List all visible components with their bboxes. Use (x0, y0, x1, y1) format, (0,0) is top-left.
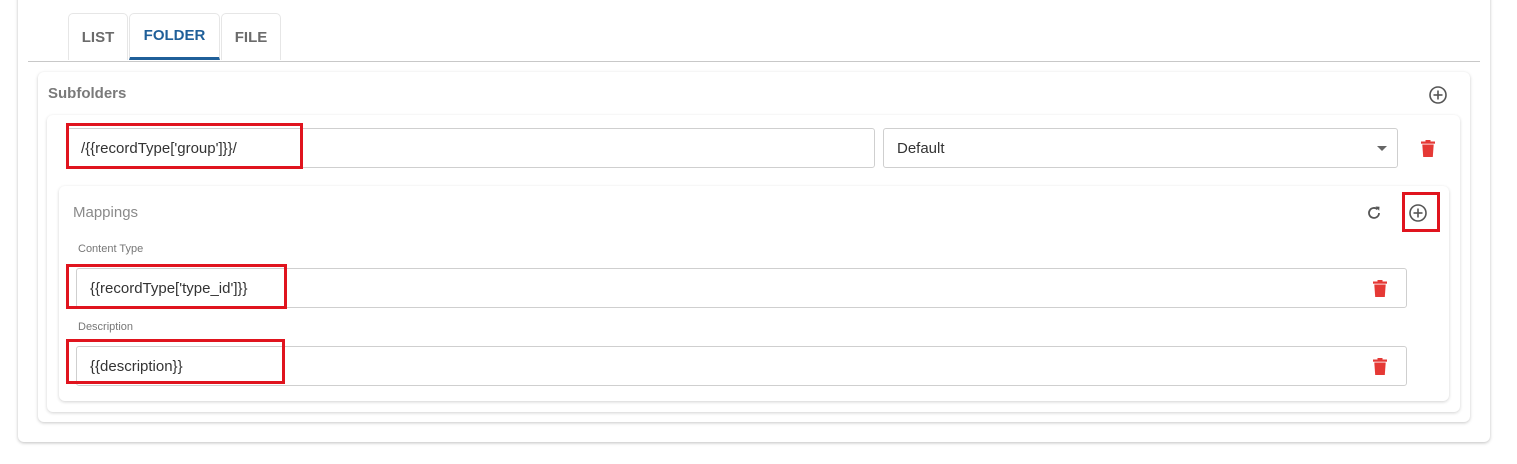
chevron-down-icon (1377, 146, 1387, 151)
trash-icon (1373, 279, 1387, 297)
trash-icon (1373, 357, 1387, 375)
tab-folder[interactable]: FOLDER (129, 13, 220, 60)
description-label: Description (78, 321, 134, 333)
tab-bar: LIST FOLDER FILE (68, 13, 282, 61)
add-circle-icon (1429, 86, 1447, 104)
content-type-input[interactable] (76, 268, 1407, 308)
add-subfolder-button[interactable] (1427, 84, 1449, 106)
select-value: Default (897, 139, 945, 157)
delete-description-button[interactable] (1370, 356, 1390, 376)
add-mapping-button[interactable] (1407, 202, 1429, 224)
subfolder-path-input[interactable] (67, 128, 875, 168)
delete-subfolder-button[interactable] (1418, 138, 1438, 158)
refresh-icon (1368, 206, 1380, 219)
subfolders-title: Subfolders (48, 85, 127, 102)
tab-file[interactable]: FILE (221, 13, 281, 60)
subfolder-type-select[interactable]: Default (883, 128, 1398, 168)
content-type-label: Content Type (78, 243, 144, 255)
tab-divider (28, 61, 1480, 62)
delete-content-type-button[interactable] (1370, 278, 1390, 298)
description-input[interactable] (76, 346, 1407, 386)
mappings-title: Mappings (73, 204, 139, 221)
refresh-mappings-button[interactable] (1364, 203, 1384, 223)
tab-list[interactable]: LIST (68, 13, 128, 60)
trash-icon (1421, 139, 1435, 157)
add-circle-icon (1409, 204, 1427, 222)
